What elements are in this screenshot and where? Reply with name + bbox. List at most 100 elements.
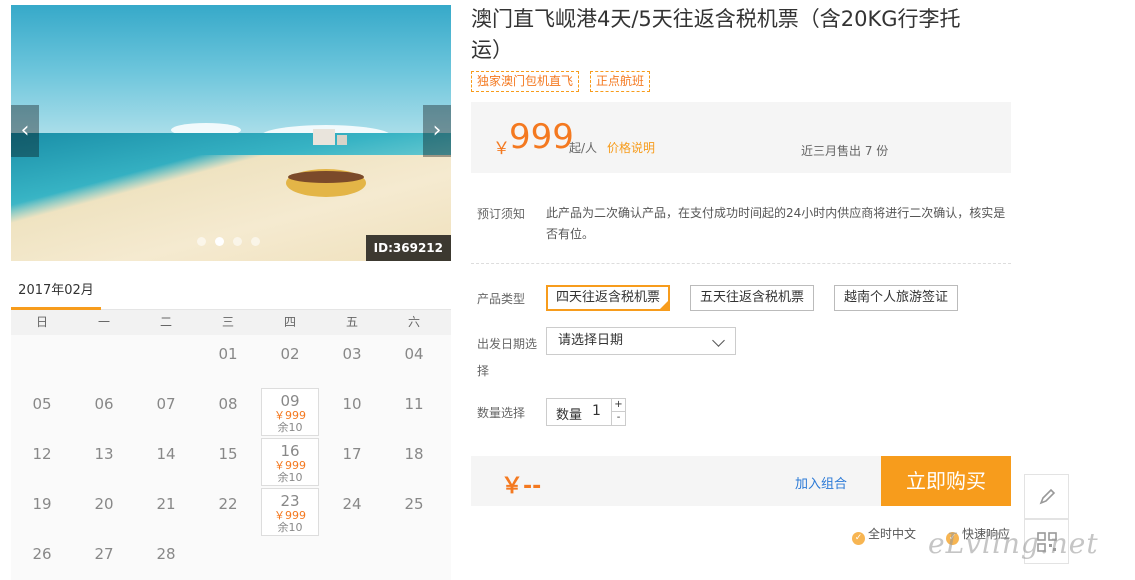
image-id-badge: ID:369212 (365, 235, 451, 261)
check-icon: ✓ (852, 532, 865, 545)
calendar-day: 04 (385, 338, 443, 386)
calendar-day-number: 16 (280, 442, 300, 460)
calendar-day-number: 01 (218, 345, 238, 363)
calendar-header: 2017年02月 (11, 282, 451, 310)
calendar-day: 21 (137, 488, 195, 536)
calendar-day-number: 04 (404, 345, 424, 363)
price-panel: ￥ 999 起/人 价格说明 近三月售出 7 份 (471, 102, 1011, 173)
buy-now-button[interactable]: 立即购买 (881, 456, 1011, 506)
calendar-day: 26 (13, 538, 71, 580)
calendar-day-number: 20 (94, 495, 114, 513)
weekday-label: 五 (345, 315, 358, 329)
quantity-increase-button[interactable]: + (611, 399, 625, 412)
calendar-day-number: 17 (342, 445, 362, 463)
calendar-day-available[interactable]: 23 ￥999 余10 (261, 488, 319, 536)
calendar-day-stock: 余10 (277, 421, 303, 434)
calendar-day: 08 (199, 388, 257, 436)
quantity-stepper[interactable]: 数量 1 + - (546, 398, 626, 426)
notice-text: 此产品为二次确认产品，在支付成功时间起的24小时内供应商将进行二次确认，核实是否… (546, 206, 1006, 241)
quantity-value[interactable]: 1 (592, 403, 601, 419)
departure-date-select[interactable]: 请选择日期 (546, 327, 736, 355)
calendar-day: 24 (323, 488, 381, 536)
gallery-next-button[interactable]: › (423, 105, 451, 157)
quantity-inner-label: 数量 (556, 408, 583, 423)
calendar-day: 03 (323, 338, 381, 386)
price-explain-link[interactable]: 价格说明 (607, 139, 655, 156)
calendar-month-tab[interactable]: 2017年02月 (11, 282, 101, 310)
calendar-day: 25 (385, 488, 443, 536)
quantity-label: 数量选择 (477, 406, 526, 420)
notice-label: 预订须知 (477, 207, 526, 221)
calendar-day-number: 24 (342, 495, 362, 513)
gallery-dot[interactable] (233, 237, 242, 246)
weekday-label: 六 (407, 315, 420, 329)
calendar-day-number: 22 (218, 495, 238, 513)
calendar-day-number: 09 (280, 392, 300, 410)
calendar-day-number: 14 (156, 445, 176, 463)
date-select-value: 请选择日期 (558, 333, 624, 348)
calendar-day-stock: 余10 (277, 521, 303, 534)
calendar-day-number: 05 (32, 395, 52, 413)
calendar-day: 22 (199, 488, 257, 536)
calendar-day-number: 02 (280, 345, 300, 363)
calendar-day-available[interactable]: 16 ￥999 余10 (261, 438, 319, 486)
price-amount: 999 (509, 117, 574, 157)
calendar-day-number: 23 (280, 492, 300, 510)
buy-bar: ￥-- 加入组合 立即购买 (471, 456, 1011, 506)
calendar-day-number: 18 (404, 445, 424, 463)
calendar-day: 27 (75, 538, 133, 580)
calendar-day-number: 13 (94, 445, 114, 463)
calendar-day: 05 (13, 388, 71, 436)
product-tag: 独家澳门包机直飞 (471, 71, 580, 92)
chevron-right-icon: › (432, 118, 442, 143)
calendar-day-number: 03 (342, 345, 362, 363)
calendar-day: 01 (199, 338, 257, 386)
pencil-icon (1039, 488, 1056, 505)
calendar-day: 13 (75, 438, 133, 486)
calendar-day: 02 (261, 338, 319, 386)
chevron-down-icon (712, 334, 725, 347)
section-divider (471, 263, 1011, 264)
boat-image (286, 169, 366, 197)
calendar-day: 11 (385, 388, 443, 436)
calendar-day-number: 27 (94, 545, 114, 563)
weekday-label: 二 (159, 315, 172, 329)
calendar-day-number: 15 (218, 445, 238, 463)
chevron-left-icon: ‹ (20, 118, 30, 143)
gallery-pagination-dots (197, 237, 260, 246)
product-type-option[interactable]: 越南个人旅游签证 (834, 285, 959, 311)
sold-count: 近三月售出 7 份 (801, 144, 889, 158)
calendar-day: 10 (323, 388, 381, 436)
calendar-day: 12 (13, 438, 71, 486)
calendar-day: 15 (199, 438, 257, 486)
gallery-prev-button[interactable]: ‹ (11, 105, 39, 157)
calendar-day-number: 12 (32, 445, 52, 463)
product-type-option[interactable]: 五天往返含税机票 (690, 285, 815, 311)
edit-tool-button[interactable] (1024, 474, 1069, 519)
gallery-dot-active[interactable] (215, 237, 224, 246)
product-image-gallery: ‹ › ID:369212 (11, 5, 451, 261)
calendar-day-number: 08 (218, 395, 238, 413)
total-price: ￥-- (501, 474, 542, 499)
calendar-grid: 01 02 03 04 05 06 07 08 09 ￥999 余10 10 11 12 13 14 15 16 ￥… (11, 335, 451, 580)
gallery-dot[interactable] (251, 237, 260, 246)
calendar-day: 18 (385, 438, 443, 486)
product-type-option-selected[interactable]: 四天往返含税机票 (546, 285, 671, 311)
calendar-day-available[interactable]: 09 ￥999 余10 (261, 388, 319, 436)
calendar-day: 17 (323, 438, 381, 486)
service-label: 全时中文 (868, 527, 917, 541)
calendar-day-number: 10 (342, 395, 362, 413)
price-unit: 起/人 (569, 141, 598, 155)
weekday-label: 日 (35, 315, 48, 329)
quantity-decrease-button[interactable]: - (611, 412, 625, 425)
calendar-day: 20 (75, 488, 133, 536)
gallery-dot[interactable] (197, 237, 206, 246)
weekday-label: 四 (283, 315, 296, 329)
calendar-day-number: 28 (156, 545, 176, 563)
product-type-label: 产品类型 (477, 292, 526, 306)
calendar-day-stock: 余10 (277, 471, 303, 484)
weekday-label: 一 (97, 315, 110, 329)
calendar-day: 28 (137, 538, 195, 580)
add-combo-link[interactable]: 加入组合 (795, 473, 847, 492)
calendar-day-number: 06 (94, 395, 114, 413)
